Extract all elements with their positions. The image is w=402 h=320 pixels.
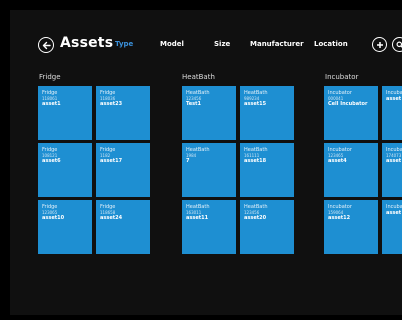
tab-size[interactable]: Size [214, 40, 230, 48]
tab-manufacturer[interactable]: Manufacturer [250, 40, 304, 48]
tile-asset: asset12 [328, 215, 351, 221]
search-icon [395, 40, 402, 48]
tile-asset: asset6 [42, 158, 61, 164]
asset-tile[interactable]: Incubat 174073 asset [382, 143, 402, 197]
tile-asset: asset [386, 158, 402, 164]
tile-asset: asset23 [100, 101, 123, 107]
asset-tile[interactable]: HeatBath 1984 7 [182, 143, 236, 197]
asset-tile[interactable]: HeatBath 123456 asset20 [240, 200, 294, 254]
tab-model[interactable]: Model [160, 40, 184, 48]
asset-tile[interactable]: Incubat asset [382, 200, 402, 254]
asset-tile[interactable]: Fridge 118061 asset1 [38, 86, 92, 140]
tile-asset: asset10 [42, 215, 65, 221]
group-header-heatbath: HeatBath [182, 73, 215, 81]
tab-location[interactable]: Location [314, 40, 348, 48]
tile-asset: asset15 [244, 101, 267, 107]
tile-asset: asset18 [244, 158, 267, 164]
plus-icon [376, 41, 383, 48]
asset-tile[interactable]: Fridge 118036 asset23 [96, 86, 150, 140]
tile-asset: Cell Incubator [328, 101, 368, 107]
asset-tile[interactable]: Incubator 159064 asset12 [324, 200, 378, 254]
tile-asset: Test1 [186, 101, 201, 107]
tab-type[interactable]: Type [115, 40, 133, 48]
asset-tile[interactable]: Fridge 123065 asset10 [38, 200, 92, 254]
add-button[interactable] [372, 37, 387, 52]
asset-tile[interactable]: Incubat asset [382, 86, 402, 140]
tile-asset: asset24 [100, 215, 123, 221]
asset-tile[interactable]: Fridge 108121 asset6 [38, 143, 92, 197]
tile-asset: asset17 [100, 158, 123, 164]
asset-tile[interactable]: HeatBath 163011 asset11 [182, 200, 236, 254]
asset-tile[interactable]: Incubator 000041 Cell Incubator [324, 86, 378, 140]
asset-tile[interactable]: HeatBath 989234 asset15 [240, 86, 294, 140]
tile-asset: asset1 [42, 101, 61, 107]
asset-tile[interactable]: Fridge 118658 asset24 [96, 200, 150, 254]
asset-tile[interactable]: Incubator 123465 asset4 [324, 143, 378, 197]
page-title: Assets [60, 35, 114, 51]
tile-asset: asset [386, 96, 402, 102]
app-screen: Assets Type Model Size Manufacturer Loca… [10, 10, 402, 315]
search-button[interactable] [392, 37, 402, 52]
tile-asset: asset4 [328, 158, 347, 164]
group-header-incubator: Incubator [325, 73, 359, 81]
asset-tile[interactable]: Fridge 1182 asset17 [96, 143, 150, 197]
tile-asset: 7 [186, 158, 190, 164]
group-header-fridge: Fridge [39, 73, 61, 81]
asset-tile[interactable]: HeatBath 123456 Test1 [182, 86, 236, 140]
tile-asset: asset [386, 210, 402, 216]
app-bar: Assets Type Model Size Manufacturer Loca… [10, 35, 402, 59]
tile-asset: asset11 [186, 215, 209, 221]
back-button[interactable] [38, 37, 54, 53]
tile-asset: asset20 [244, 215, 267, 221]
back-arrow-icon [42, 41, 51, 49]
asset-tile[interactable]: HeatBath 161111 asset18 [240, 143, 294, 197]
